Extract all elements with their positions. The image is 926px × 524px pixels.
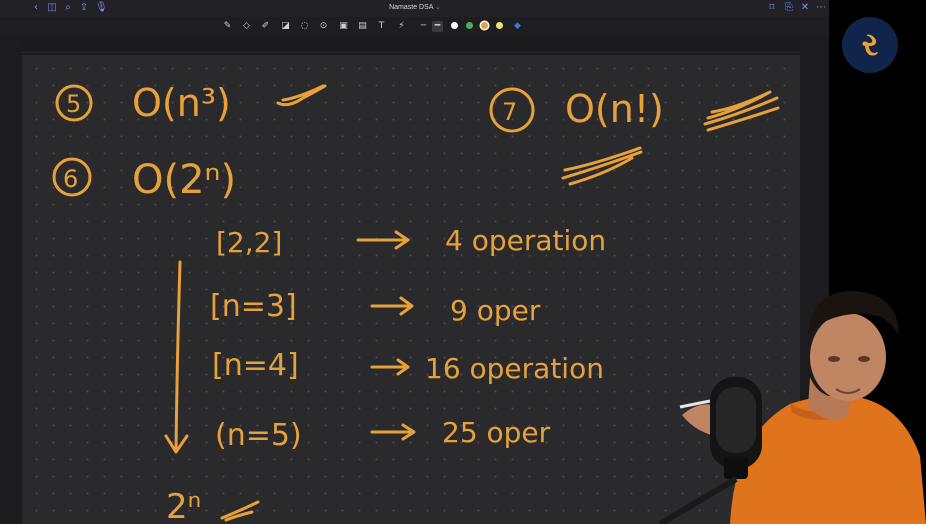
bottom-check-mark: [220, 500, 260, 522]
example-1-right: 4 operation: [445, 224, 606, 257]
text-n-cubed: O(n³): [132, 81, 231, 125]
check-mark-7b: [561, 146, 643, 186]
example-4-right: 25 oper: [442, 416, 551, 449]
text-two-pow-n: O(2ⁿ): [132, 157, 236, 203]
arrow-4: [370, 423, 416, 441]
label-5: 5: [66, 90, 81, 118]
arrow-3: [370, 358, 410, 376]
example-2-right: 9 oper: [450, 294, 541, 327]
check-mark-5: [276, 84, 327, 107]
label-6: 6: [63, 165, 78, 193]
example-4-left: (n=5): [215, 418, 302, 453]
example-2-left: [n=3]: [210, 289, 297, 324]
channel-logo: ર: [842, 17, 898, 73]
arrow-1: [356, 230, 410, 250]
presenter-video: [658, 290, 926, 524]
text-bottom-two-pow-n: 2ⁿ: [166, 487, 201, 524]
arrow-2: [370, 296, 414, 316]
label-7: 7: [502, 98, 517, 126]
example-3-right: 16 operation: [425, 352, 604, 385]
text-n-factorial: O(n!): [565, 87, 664, 131]
down-arrow: [164, 260, 189, 454]
logo-glyph: ર: [861, 25, 879, 63]
example-3-left: [n=4]: [212, 348, 299, 383]
check-mark-7a: [703, 90, 780, 132]
example-1-left: [2,2]: [216, 226, 282, 259]
